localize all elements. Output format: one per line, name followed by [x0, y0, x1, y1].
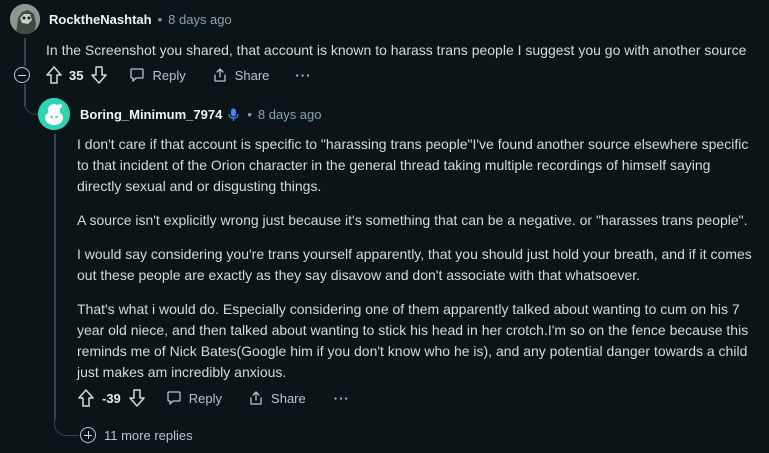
username[interactable]: Boring_Minimum_7974 [80, 107, 222, 122]
share-icon [214, 68, 226, 82]
share-label: Share [271, 390, 306, 406]
thread-line-reply [54, 134, 56, 420]
timestamp[interactable]: 8 days ago [168, 12, 232, 27]
more-options-button[interactable]: ··· [295, 68, 311, 83]
body-line: directly sexual and or disgusting things… [77, 178, 322, 194]
comment-icon [167, 391, 181, 405]
comment-actions: -39 Reply Share ··· [78, 389, 350, 407]
downvote-icon[interactable] [129, 389, 145, 407]
body-line: reminds me of Nick Bates(Google him if y… [77, 343, 748, 359]
comment-actions: 35 Reply Share ··· [46, 66, 311, 84]
paragraph: That's what i would do. Especially consi… [77, 299, 757, 383]
reply-label: Reply [152, 67, 186, 83]
body-line: year old niece, and then talked about wa… [77, 322, 749, 338]
share-button[interactable]: Share [212, 67, 270, 83]
vote-score: -39 [102, 390, 121, 406]
body-line: I don't care if that account is specific… [77, 136, 749, 152]
thread-line-main [24, 38, 26, 66]
collapse-thread-button[interactable] [14, 67, 30, 83]
reply-button[interactable]: Reply [129, 67, 186, 83]
body-line: I would say considering you're trans you… [77, 246, 752, 262]
comment-header: Boring_Minimum_7974 • 8 days ago [80, 107, 322, 122]
comment-icon [130, 68, 145, 82]
upvote-icon[interactable] [46, 66, 62, 84]
avatar[interactable] [38, 98, 70, 130]
separator-dot: • [247, 107, 252, 122]
more-replies-link[interactable]: 11 more replies [104, 428, 193, 443]
share-label: Share [234, 67, 270, 83]
reply-label: Reply [188, 390, 223, 406]
reply-button[interactable]: Reply [166, 390, 222, 406]
body-line: out these people are exactly as they say… [77, 267, 641, 283]
microphone-icon [228, 108, 239, 122]
timestamp[interactable]: 8 days ago [258, 107, 322, 122]
body-line: That's what i would do. Especially consi… [77, 301, 740, 317]
paragraph: A source isn't explicitly wrong just bec… [77, 210, 757, 231]
vote-score: 35 [69, 67, 84, 83]
downvote-icon[interactable] [91, 66, 108, 84]
expand-replies-icon[interactable] [80, 427, 96, 443]
paragraph: I would say considering you're trans you… [77, 244, 757, 286]
body-line: A source isn't explicitly wrong just bec… [77, 212, 748, 228]
avatar[interactable] [10, 4, 40, 34]
upvote-icon[interactable] [78, 389, 94, 407]
body-line: to that incident of the Orion character … [77, 157, 711, 173]
paragraph: I don't care if that account is specific… [77, 134, 757, 197]
username[interactable]: RocktheNashtah [49, 12, 152, 27]
comment-body: I don't care if that account is specific… [77, 134, 757, 383]
body-line: just makes am incredibly anxious. [77, 364, 287, 380]
more-options-button[interactable]: ··· [334, 391, 350, 406]
share-button[interactable]: Share [248, 390, 306, 406]
share-icon [250, 391, 262, 405]
separator-dot: • [157, 12, 163, 27]
comment-header: RocktheNashtah • 8 days ago [49, 12, 232, 27]
thread-connector-more [54, 418, 79, 436]
comment-body: In the Screenshot you shared, that accou… [46, 42, 747, 58]
thread-connector [24, 90, 39, 115]
